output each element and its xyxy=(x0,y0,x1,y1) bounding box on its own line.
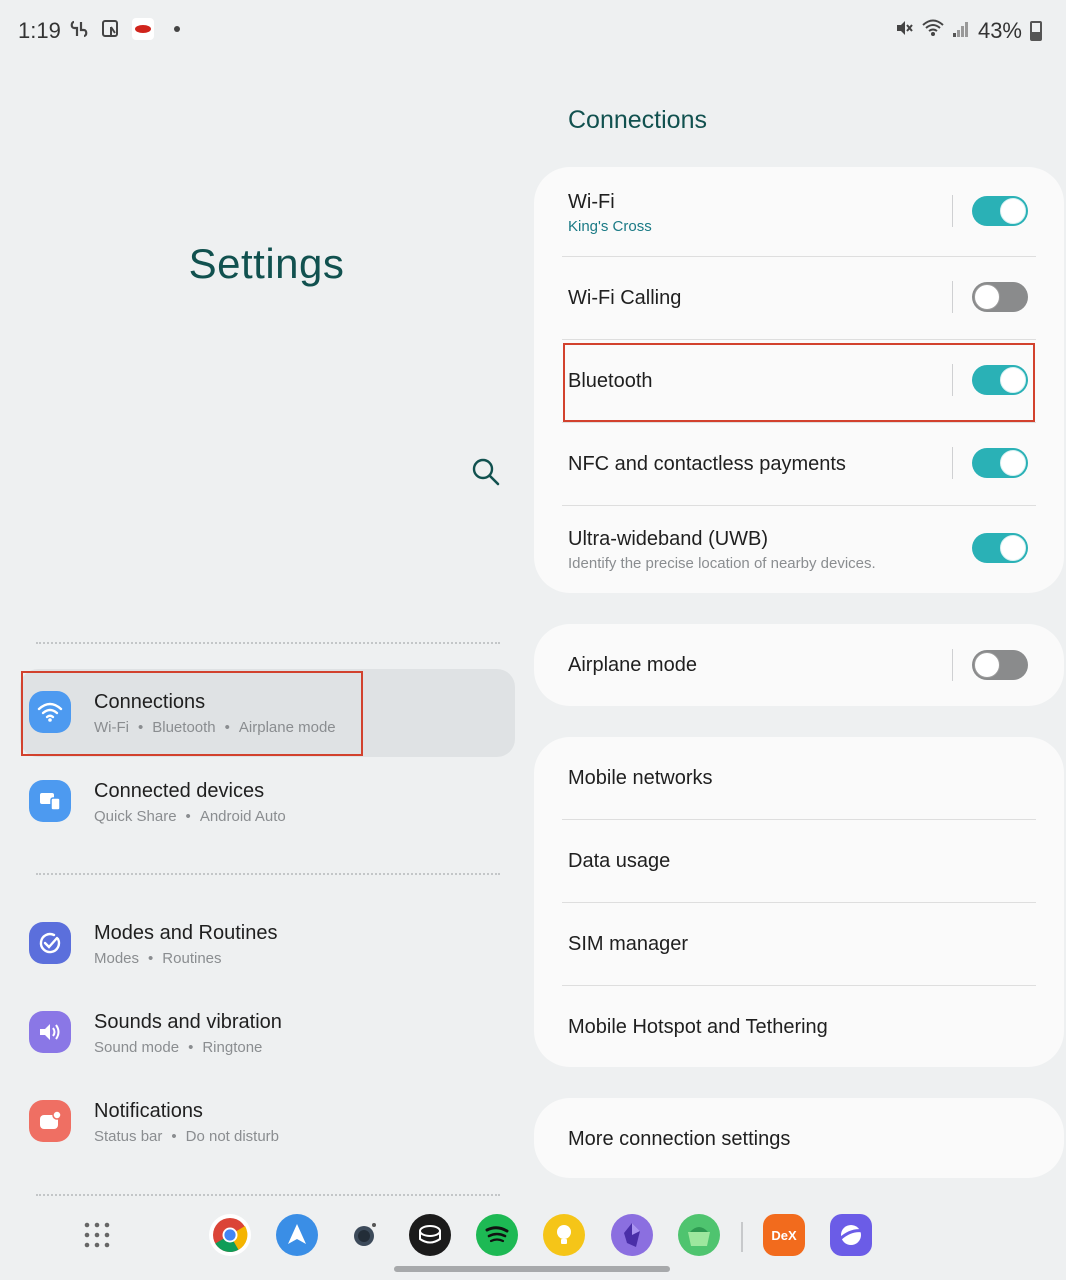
menu-item-connected-devices[interactable]: Connected devices Quick Share • Android Au… xyxy=(20,758,515,846)
check-circle-icon xyxy=(29,922,71,964)
search-button[interactable] xyxy=(470,456,502,488)
menu-item-title: Modes and Routines xyxy=(94,922,278,944)
vertical-separator xyxy=(952,447,953,479)
signal-icon xyxy=(952,18,970,44)
vertical-separator xyxy=(952,281,953,313)
row-title: Mobile Hotspot and Tethering xyxy=(568,1016,828,1038)
row-title: Airplane mode xyxy=(568,654,697,676)
menu-item-title: Connected devices xyxy=(94,780,265,802)
nfc-toggle[interactable] xyxy=(972,448,1028,478)
wifi-calling-toggle[interactable] xyxy=(972,282,1028,312)
screen-touch-icon xyxy=(100,18,122,40)
nfc-row[interactable]: NFC and contactless payments xyxy=(568,423,1036,506)
green-app-icon[interactable] xyxy=(678,1214,720,1256)
vertical-separator xyxy=(952,195,953,227)
menu-item-title: Notifications xyxy=(94,1100,203,1122)
menu-item-modes-routines[interactable]: Modes and Routines Modes • Routines xyxy=(20,900,515,988)
clock: 1:19 xyxy=(18,18,61,43)
s-icon xyxy=(68,18,90,40)
divider xyxy=(36,1194,500,1196)
section-title: Connections xyxy=(568,106,707,134)
wifi-network-name: King's Cross xyxy=(568,218,652,235)
dex-icon[interactable]: DeX xyxy=(763,1214,805,1256)
notification-dot-icon xyxy=(174,26,180,32)
row-subtitle: Identify the precise location of nearby … xyxy=(568,555,876,572)
taskbar: DeX xyxy=(76,1214,896,1260)
obsidian-icon[interactable] xyxy=(611,1214,653,1256)
uwb-toggle[interactable] xyxy=(972,533,1028,563)
wifi-row[interactable]: Wi-Fi King's Cross xyxy=(568,177,1036,257)
spatial-icon[interactable] xyxy=(409,1214,451,1256)
home-indicator[interactable] xyxy=(394,1266,670,1272)
red-app-icon xyxy=(132,18,154,40)
spark-mail-icon[interactable] xyxy=(276,1214,318,1256)
row-title: Mobile networks xyxy=(568,767,713,789)
search-icon xyxy=(472,458,500,486)
hotspot-tethering-row[interactable]: Mobile Hotspot and Tethering xyxy=(568,986,1036,1067)
battery-percent: 43% xyxy=(977,18,1022,43)
page-title: Settings xyxy=(188,240,345,287)
battery-icon xyxy=(1030,21,1042,41)
highlight-box-bluetooth xyxy=(563,343,1035,422)
samsung-internet-icon[interactable] xyxy=(830,1214,872,1256)
menu-item-title: Sounds and vibration xyxy=(94,1011,282,1033)
uwb-row[interactable]: Ultra-wideband (UWB) Identify the precis… xyxy=(568,506,1036,589)
menu-item-sounds-vibration[interactable]: Sounds and vibration Sound mode • Ringtone xyxy=(20,989,515,1077)
mobile-networks-row[interactable]: Mobile networks xyxy=(568,737,1036,819)
spotify-icon[interactable] xyxy=(476,1214,518,1256)
wifi-toggle[interactable] xyxy=(972,196,1028,226)
row-title: SIM manager xyxy=(568,933,689,955)
devices-icon xyxy=(29,780,71,822)
row-title: NFC and contactless payments xyxy=(568,453,846,475)
chrome-icon[interactable] xyxy=(209,1214,251,1256)
network-card: Mobile networks Data usage SIM manager M… xyxy=(534,737,1064,1067)
status-bar: 1:19 43% xyxy=(0,0,1066,62)
apps-grid-icon[interactable] xyxy=(76,1214,118,1256)
sim-manager-row[interactable]: SIM manager xyxy=(568,903,1036,985)
row-title: Ultra-wideband (UWB) xyxy=(568,528,769,550)
airplane-mode-toggle[interactable] xyxy=(972,650,1028,680)
divider xyxy=(36,642,500,644)
row-title: Wi-Fi xyxy=(568,191,615,213)
menu-item-subtitle: Sound mode • Ringtone xyxy=(94,1039,263,1056)
camera-app-icon[interactable] xyxy=(343,1214,385,1256)
menu-item-subtitle: Status bar • Do not disturb xyxy=(94,1128,280,1145)
status-right-icons: 43% xyxy=(894,18,1042,44)
mute-icon xyxy=(894,18,914,44)
taskbar-separator xyxy=(741,1222,743,1252)
volume-icon xyxy=(29,1011,71,1053)
more-connection-settings-row[interactable]: More connection settings xyxy=(568,1098,1036,1178)
bell-icon xyxy=(29,1100,71,1142)
wifi-calling-row[interactable]: Wi-Fi Calling xyxy=(568,257,1036,340)
airplane-card: Airplane mode xyxy=(534,624,1064,706)
menu-item-subtitle: Modes • Routines xyxy=(94,950,222,967)
wifi-icon xyxy=(922,18,944,44)
status-left-icons xyxy=(68,18,180,40)
highlight-box-connections xyxy=(21,671,363,756)
row-title: Data usage xyxy=(568,850,671,872)
more-settings-card: More connection settings xyxy=(534,1098,1064,1178)
divider xyxy=(36,873,500,875)
airplane-mode-row[interactable]: Airplane mode xyxy=(568,624,1036,706)
data-usage-row[interactable]: Data usage xyxy=(568,820,1036,902)
vertical-separator xyxy=(952,649,953,681)
menu-item-notifications[interactable]: Notifications Status bar • Do not disturb xyxy=(20,1078,515,1166)
row-title: More connection settings xyxy=(568,1128,791,1150)
row-title: Wi-Fi Calling xyxy=(568,287,682,309)
menu-item-subtitle: Quick Share • Android Auto xyxy=(94,808,286,825)
lightbulb-app-icon[interactable] xyxy=(543,1214,585,1256)
